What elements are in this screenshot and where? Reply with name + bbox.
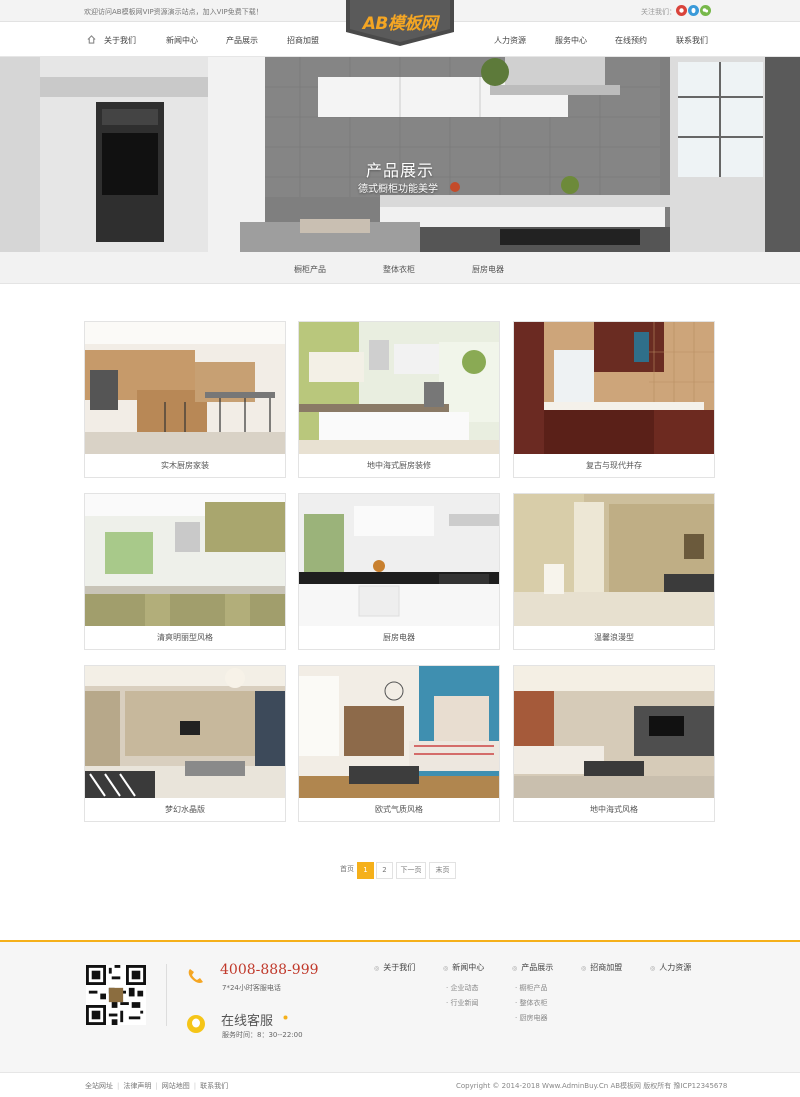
nav-service[interactable]: 服务中心 (555, 35, 587, 46)
subnav-wardrobes[interactable]: 整体衣柜 (383, 264, 415, 275)
phone-icon (188, 969, 203, 983)
product-image[interactable] (299, 322, 499, 454)
product-card[interactable]: 地中海式风格 (513, 665, 715, 822)
product-caption[interactable]: 地中海式厨房装修 (299, 460, 499, 471)
site-logo[interactable]: AB模板网 (346, 0, 454, 46)
nav-products[interactable]: 产品展示 (226, 35, 258, 46)
footer-col-title[interactable]: 关于我们 (374, 962, 415, 973)
home-icon[interactable] (87, 35, 96, 44)
footer-link[interactable]: 企业动态 (446, 983, 484, 993)
copyright: Copyright © 2014-2018 Www.AdminBuy.Cn AB… (456, 1082, 728, 1090)
hotline-number: 4008-888-999 (220, 962, 319, 978)
footer-link[interactable]: 行业新闻 (446, 998, 484, 1008)
link-separator: | (155, 1082, 158, 1090)
product-caption[interactable]: 清爽明丽型风格 (85, 632, 285, 643)
welcome-text: 欢迎访问AB模板网VIP资源演示站点，加入VIP免费下载！ (84, 8, 263, 16)
qq-icon[interactable] (688, 5, 699, 16)
subnav-cabinets[interactable]: 橱柜产品 (294, 264, 326, 275)
bottom-link-sitemap[interactable]: 网站地图 (162, 1082, 190, 1090)
product-image[interactable] (514, 666, 714, 798)
nav-news[interactable]: 新闻中心 (166, 35, 198, 46)
banner-title: 产品展示 (366, 161, 435, 180)
page-2[interactable]: 2 (376, 862, 393, 879)
nav-contact[interactable]: 联系我们 (676, 35, 708, 46)
qr-code (86, 965, 146, 1025)
bottom-link-site[interactable]: 全站网址 (85, 1082, 113, 1090)
footer: 4008-888-999 7*24小时客服电话 在线客服 服务时间：8：30--… (0, 940, 800, 1072)
footer-link[interactable]: 整体衣柜 (515, 998, 553, 1008)
footer-col-about: 关于我们 (374, 962, 415, 973)
hero-banner: 产品展示 德式橱柜功能美学 (0, 57, 800, 252)
weibo-icon[interactable] (676, 5, 687, 16)
footer-link[interactable]: 橱柜产品 (515, 983, 553, 993)
pagination: 首页 1 2 下一页 末页 (338, 862, 460, 879)
page-last[interactable]: 末页 (429, 862, 456, 879)
product-image[interactable] (85, 666, 285, 798)
product-caption[interactable]: 温馨浪漫型 (514, 632, 714, 643)
footer-link[interactable]: 厨房电器 (515, 1013, 553, 1023)
product-caption[interactable]: 欧式气质风格 (299, 804, 499, 815)
footer-divider (166, 964, 167, 1026)
product-card[interactable]: 实木厨房家装 (84, 321, 286, 478)
chat-icon[interactable] (186, 1014, 206, 1034)
product-image[interactable] (85, 322, 285, 454)
link-separator: | (117, 1082, 120, 1090)
product-card[interactable]: 梦幻水晶版 (84, 665, 286, 822)
product-image[interactable] (85, 494, 285, 626)
bottom-link-contact[interactable]: 联系我们 (200, 1082, 228, 1090)
banner-subtitle: 德式橱柜功能美学 (358, 184, 438, 195)
footer-col-news: 新闻中心 企业动态 行业新闻 (443, 962, 484, 1008)
link-separator: | (193, 1082, 197, 1090)
footer-col-products: 产品展示 橱柜产品 整体衣柜 厨房电器 (512, 962, 553, 1023)
footer-col-franchise: 招商加盟 (581, 962, 622, 973)
page-first[interactable]: 首页 (338, 862, 356, 879)
page-1[interactable]: 1 (357, 862, 374, 879)
online-service-title[interactable]: 在线客服 (221, 1010, 273, 1029)
product-caption[interactable]: 复古与现代并存 (514, 460, 714, 471)
wechat-icon[interactable] (700, 5, 711, 16)
nav-booking[interactable]: 在线预约 (615, 35, 647, 46)
product-card[interactable]: 地中海式厨房装修 (298, 321, 500, 478)
service-hours: 服务时间：8：30--22:00 (222, 1031, 303, 1039)
product-card[interactable]: 清爽明丽型风格 (84, 493, 286, 650)
nav-hr[interactable]: 人力资源 (494, 35, 526, 46)
hotline-note: 7*24小时客服电话 (222, 984, 281, 992)
product-caption[interactable]: 地中海式风格 (514, 804, 714, 815)
product-image[interactable] (299, 494, 499, 626)
bottom-link-legal[interactable]: 法律声明 (123, 1082, 151, 1090)
footer-col-title[interactable]: 招商加盟 (581, 962, 622, 973)
follow-label: 关注我们： (641, 8, 676, 16)
page-next[interactable]: 下一页 (396, 862, 426, 879)
sub-nav: 橱柜产品 整体衣柜 厨房电器 (0, 252, 800, 284)
product-image[interactable] (514, 322, 714, 454)
product-card[interactable]: 复古与现代并存 (513, 321, 715, 478)
product-caption[interactable]: 实木厨房家装 (85, 460, 285, 471)
product-image[interactable] (299, 666, 499, 798)
product-caption[interactable]: 厨房电器 (299, 632, 499, 643)
footer-col-title[interactable]: 新闻中心 (443, 962, 484, 973)
product-caption[interactable]: 梦幻水晶版 (85, 804, 285, 815)
footer-col-title[interactable]: 产品展示 (512, 962, 553, 973)
kitchen-banner-image (0, 57, 800, 252)
product-card[interactable]: 温馨浪漫型 (513, 493, 715, 650)
logo-text: AB模板网 (362, 14, 438, 34)
footer-col-hr: 人力资源 (650, 962, 691, 973)
online-dot-icon (283, 1015, 288, 1020)
bottom-bar: 全站网址 | 法律声明 | 网站地图 | 联系我们 Copyright © 2014-201… (0, 1072, 800, 1097)
nav-about[interactable]: 关于我们 (104, 35, 136, 46)
footer-col-title[interactable]: 人力资源 (650, 962, 691, 973)
subnav-appliances[interactable]: 厨房电器 (472, 264, 504, 275)
bottom-links: 全站网址 | 法律声明 | 网站地图 | 联系我们 (85, 1081, 228, 1091)
product-image[interactable] (514, 494, 714, 626)
nav-franchise[interactable]: 招商加盟 (287, 35, 319, 46)
product-card[interactable]: 厨房电器 (298, 493, 500, 650)
product-card[interactable]: 欧式气质风格 (298, 665, 500, 822)
